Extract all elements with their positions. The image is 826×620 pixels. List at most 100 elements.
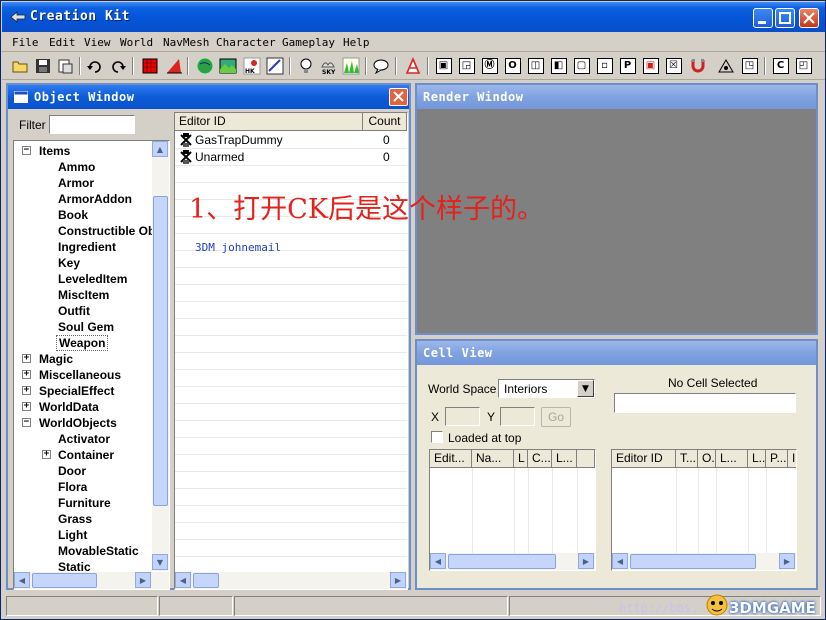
menu-view[interactable]: View: [84, 36, 111, 49]
tree-item[interactable]: Door: [14, 463, 152, 479]
object-window-close-button[interactable]: [389, 88, 408, 106]
c-button[interactable]: C: [771, 56, 790, 75]
column-header[interactable]: L...: [716, 450, 748, 468]
list-horizontal-scrollbar[interactable]: ◀ ▶: [175, 572, 407, 589]
tree-item[interactable]: − WorldObjects: [14, 415, 152, 431]
preferences-button[interactable]: [55, 56, 74, 75]
minimize-button[interactable]: [753, 8, 773, 28]
box-button[interactable]: ▫: [595, 56, 614, 75]
undo-button[interactable]: [85, 56, 104, 75]
terrain-button[interactable]: [164, 56, 183, 75]
menu-navmesh[interactable]: NavMesh: [163, 36, 209, 49]
light-button[interactable]: [296, 56, 315, 75]
split-button[interactable]: ◧: [549, 56, 568, 75]
cell-list-hscrollbar[interactable]: ◀ ▶: [430, 553, 595, 570]
cell-list-scroll-thumb[interactable]: [448, 554, 556, 569]
marker-toggle-button[interactable]: [265, 56, 284, 75]
go-button[interactable]: Go: [541, 407, 571, 427]
cube-button-2[interactable]: ◲: [457, 56, 476, 75]
navmesh-button[interactable]: [403, 56, 422, 75]
tree-item[interactable]: + Miscellaneous: [14, 367, 152, 383]
m-button[interactable]: Ⓜ: [480, 56, 499, 75]
tree-item[interactable]: Light: [14, 527, 152, 543]
scroll-right-icon[interactable]: ▶: [390, 572, 406, 588]
cube-button-3[interactable]: ◫: [526, 56, 545, 75]
column-header[interactable]: [577, 450, 595, 468]
tree-item[interactable]: Grass: [14, 511, 152, 527]
tree-item[interactable]: Ingredient: [14, 239, 152, 255]
redo-button[interactable]: [108, 56, 127, 75]
magnet-button[interactable]: [688, 56, 707, 75]
cube-button-4[interactable]: ◳: [740, 56, 759, 75]
menu-edit[interactable]: Edit: [49, 36, 76, 49]
expand-icon[interactable]: +: [22, 370, 31, 379]
y-coordinate-input[interactable]: [500, 407, 535, 426]
x-box-button[interactable]: ☒: [664, 56, 683, 75]
tree-item[interactable]: + Magic: [14, 351, 152, 367]
tree-item[interactable]: − Items: [14, 143, 152, 159]
tree-item[interactable]: Flora: [14, 479, 152, 495]
tree-item[interactable]: MovableStatic: [14, 543, 152, 559]
tree-item[interactable]: MiscItem: [14, 287, 152, 303]
tree-item[interactable]: Armor: [14, 175, 152, 191]
tree-item[interactable]: LeveledItem: [14, 271, 152, 287]
column-header[interactable]: L: [514, 450, 528, 468]
menu-world[interactable]: World: [120, 36, 153, 49]
collision-button[interactable]: [716, 56, 735, 75]
expand-icon[interactable]: +: [22, 354, 31, 363]
column-header[interactable]: I: [788, 450, 796, 468]
object-tree[interactable]: − Items Ammo Armor ArmorAddon Book Constructib…: [13, 140, 170, 590]
loaded-at-top-checkbox[interactable]: [431, 431, 443, 443]
expand-icon[interactable]: +: [22, 402, 31, 411]
scroll-right-icon[interactable]: ▶: [578, 553, 594, 569]
column-header-count[interactable]: Count: [363, 113, 407, 131]
filter-input[interactable]: [49, 115, 135, 134]
tree-item[interactable]: + Container: [14, 447, 152, 463]
column-header[interactable]: L...: [748, 450, 766, 468]
tree-item[interactable]: ArmorAddon: [14, 191, 152, 207]
maximize-button[interactable]: [775, 8, 795, 28]
list-row[interactable]: GasTrapDummy 0: [175, 132, 407, 149]
column-header[interactable]: Editor ID: [612, 450, 676, 468]
cell-object-list[interactable]: Editor ID T... O... L... L... P... I ◀ ▶: [611, 449, 797, 571]
havok-button[interactable]: HK: [242, 56, 261, 75]
tree-item[interactable]: Constructible Ob: [14, 223, 155, 239]
p-button[interactable]: P: [618, 56, 637, 75]
scroll-left-icon[interactable]: ◀: [14, 572, 30, 588]
square-button[interactable]: ▢: [572, 56, 591, 75]
save-button[interactable]: [33, 56, 52, 75]
cell-object-list-hscrollbar[interactable]: ◀ ▶: [612, 553, 796, 570]
tree-item[interactable]: Outfit: [14, 303, 152, 319]
x-coordinate-input[interactable]: [445, 407, 480, 426]
tree-item[interactable]: + SpecialEffect: [14, 383, 152, 399]
menu-character[interactable]: Character: [216, 36, 276, 49]
tree-item[interactable]: Furniture: [14, 495, 152, 511]
tree-item[interactable]: Weapon: [14, 335, 152, 351]
object-list[interactable]: Editor ID Count GasTrapDummy 0 Unarmed 0 ◀ …: [174, 112, 408, 590]
cell-object-list-scroll-thumb[interactable]: [630, 554, 756, 569]
menu-file[interactable]: File: [12, 36, 39, 49]
portal-button[interactable]: ▣: [641, 56, 660, 75]
collapse-icon[interactable]: −: [22, 418, 31, 427]
list-row[interactable]: Unarmed 0: [175, 149, 407, 166]
cube-button-5[interactable]: ◰: [794, 56, 813, 75]
world-button[interactable]: [195, 56, 214, 75]
tree-horizontal-scrollbar[interactable]: ◀ ▶: [14, 572, 169, 589]
expand-icon[interactable]: +: [42, 450, 51, 459]
grass-button[interactable]: [341, 56, 360, 75]
scroll-left-icon[interactable]: ◀: [430, 553, 446, 569]
expand-icon[interactable]: +: [22, 386, 31, 395]
scroll-left-icon[interactable]: ◀: [612, 553, 628, 569]
column-header[interactable]: Na...: [472, 450, 514, 468]
o-button[interactable]: O: [503, 56, 522, 75]
column-header[interactable]: P...: [766, 450, 788, 468]
menu-help[interactable]: Help: [343, 36, 370, 49]
tree-item[interactable]: + WorldData: [14, 399, 152, 415]
column-header[interactable]: O...: [698, 450, 716, 468]
selected-cell-field[interactable]: [614, 393, 796, 413]
column-header[interactable]: C...: [528, 450, 552, 468]
landscape-button[interactable]: [218, 56, 237, 75]
tree-vertical-scrollbar[interactable]: ▲ ▼: [152, 141, 169, 571]
tree-item[interactable]: Ammo: [14, 159, 152, 175]
scroll-up-icon[interactable]: ▲: [152, 141, 168, 157]
